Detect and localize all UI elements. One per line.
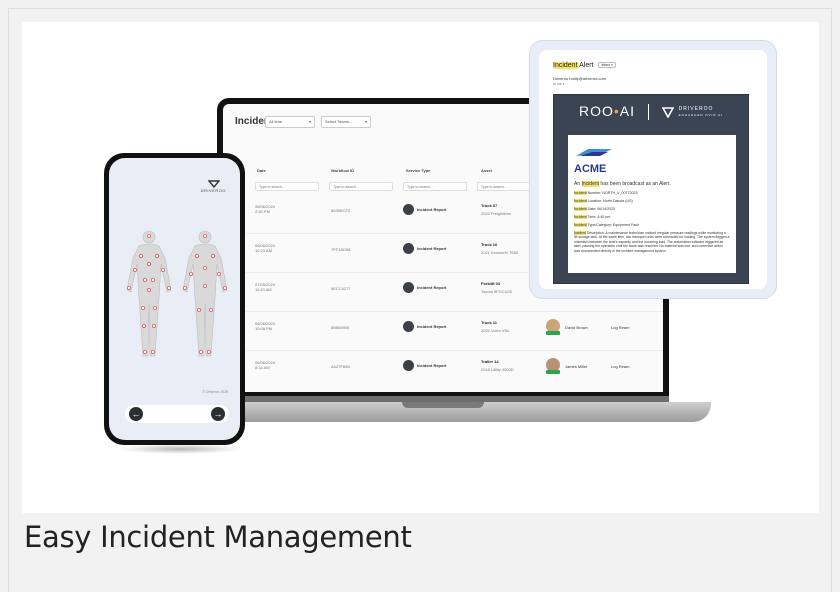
- email-alert-card: Incident Alert Inbox × Driveroo notify@d…: [529, 40, 777, 299]
- brand-bar: ROO•AI DRIVEROO ENHANCED DVIR AI: [554, 103, 748, 121]
- brand-driveroo: DRIVEROO ENHANCED DVIR AI: [678, 106, 724, 118]
- brand-divider: [647, 104, 649, 121]
- row-time: 10:08 PM: [255, 326, 273, 331]
- asset-name: Trailer 14: [481, 359, 499, 364]
- row-time: 11:43 AM: [255, 287, 272, 292]
- service-search-input[interactable]: [403, 182, 467, 191]
- search-row: [231, 182, 561, 192]
- service-pill: Incident Report: [403, 243, 446, 254]
- asset-name: Truck 11: [481, 320, 498, 325]
- table-header: Date Workflow ID Service Type Asset: [231, 168, 561, 180]
- table-row[interactable]: 06/06/2024 10:08 PM 85B06905 Incident Rep…: [231, 313, 663, 351]
- chevron-down-icon: ▾: [364, 119, 367, 124]
- time-filter[interactable]: All time ▾: [265, 116, 315, 128]
- row-workflow-id: 9ECC4277: [331, 286, 351, 291]
- service-label: Incident Report: [417, 285, 447, 290]
- subject-highlight: Incident: [553, 62, 578, 69]
- phone-brand: DRIVEROO: [200, 188, 226, 193]
- col-workflow-id[interactable]: Workflow ID: [331, 168, 354, 173]
- row-workflow-id: 85B06905: [331, 325, 350, 330]
- asset-name: Truck 16: [481, 242, 498, 247]
- row-workflow-id: 7FF1AD98: [331, 247, 351, 252]
- assignee-name: James Miller: [565, 364, 588, 369]
- incident-number: Incident Number: NORTH_V_0077202S: [574, 191, 638, 195]
- avatar: [546, 319, 560, 335]
- incident-time: Incident Time: 4:45 pm: [574, 215, 611, 219]
- asset-sub: 2022 Freightliner: [481, 211, 512, 216]
- workflow-search-input[interactable]: [329, 182, 393, 191]
- avatar: [546, 358, 560, 374]
- driveroo-shield-icon: [208, 180, 220, 188]
- subject-rest: Alert: [577, 62, 594, 69]
- incident-date: Incident Date: 06/14/2025: [574, 207, 616, 211]
- report-icon: [403, 360, 414, 371]
- card-caption: Easy Incident Management: [24, 520, 412, 554]
- acme-wordmark: ACME: [574, 163, 607, 175]
- email-subject: Incident Alert Inbox ×: [553, 62, 617, 69]
- row-workflow-id: 4A27F80B: [331, 364, 350, 369]
- service-pill: Incident Report: [403, 282, 446, 293]
- email-to[interactable]: to me ▾: [553, 82, 564, 86]
- email-from: Driveroo notify@driveroo.com: [553, 76, 606, 81]
- email-content: ACME An Incident has been broadcast as a…: [568, 135, 736, 273]
- service-label: Incident Report: [417, 324, 447, 329]
- phone-copyright: © Driveroo 2025: [202, 390, 228, 394]
- asset-sub: Toyota 8FGCU25: [481, 289, 512, 294]
- col-asset[interactable]: Asset: [481, 168, 492, 173]
- back-arrow-icon[interactable]: ←: [129, 407, 143, 421]
- row-time: 10:23 AM: [255, 248, 272, 253]
- service-label: Incident Report: [417, 363, 447, 368]
- incident-description: Incident Description: A maintenance tech…: [574, 231, 730, 253]
- body-diagram: [126, 230, 228, 357]
- report-icon: [403, 321, 414, 332]
- service-pill: Incident Report: [403, 360, 446, 371]
- incident-type: Incident Type/Category: Equipment Fault: [574, 223, 640, 227]
- email-body-panel: ROO•AI DRIVEROO ENHANCED DVIR AI ACME An …: [553, 94, 749, 284]
- row-workflow-id: 8635BCF2: [331, 208, 351, 213]
- brand-roo: ROO: [578, 103, 614, 119]
- asset-sub: 2021 Kenworth T680: [481, 250, 519, 255]
- col-service-type[interactable]: Service Type: [406, 168, 430, 173]
- brand-ai: AI: [619, 103, 635, 119]
- col-date[interactable]: Date: [257, 168, 266, 173]
- row-time: 2:30 PM: [255, 209, 270, 214]
- report-icon: [403, 282, 414, 293]
- teams-filter[interactable]: Select Teams... ▾: [321, 116, 371, 128]
- chevron-down-icon: ▾: [308, 119, 311, 124]
- asset-name: Forklift 03: [481, 281, 501, 286]
- email-lead: An Incident has been broadcast as an Ale…: [574, 181, 671, 187]
- teams-filter-label: Select Teams...: [325, 119, 353, 124]
- log-ream-link[interactable]: Log Ream: [611, 364, 629, 369]
- phone-shadow: [118, 444, 242, 454]
- report-icon: [403, 243, 414, 254]
- assignee-name: David Brown: [565, 325, 588, 330]
- inbox-tag[interactable]: Inbox ×: [598, 62, 617, 69]
- phone-screen: DRIVEROO © Driveroo 2025 ← →: [109, 158, 240, 440]
- phone-device: DRIVEROO © Driveroo 2025 ← →: [104, 153, 245, 445]
- phone-nav-bar: ← →: [125, 405, 229, 423]
- report-icon: [403, 204, 414, 215]
- driveroo-shield-icon: [661, 107, 674, 119]
- asset-sub: 2018 Utility 4000D: [481, 367, 514, 372]
- laptop-notch: [402, 402, 484, 408]
- row-time: 8:34 AM: [255, 365, 270, 370]
- acme-logo-icon: [576, 149, 612, 156]
- forward-arrow-icon[interactable]: →: [211, 407, 225, 421]
- service-pill: Incident Report: [403, 321, 446, 332]
- log-ream-link[interactable]: Log Ream: [611, 325, 629, 330]
- email-window: Incident Alert Inbox × Driveroo notify@d…: [539, 50, 767, 289]
- asset-sub: 2020 Volvo VNL: [481, 328, 510, 333]
- table-row[interactable]: 06/06/2024 8:34 AM 4A27F80B Incident Repo…: [231, 352, 663, 390]
- service-label: Incident Report: [417, 207, 447, 212]
- incident-location: Incident Location: North Dakota (US): [574, 199, 633, 203]
- service-label: Incident Report: [417, 246, 447, 251]
- date-search-input[interactable]: [255, 182, 319, 191]
- time-filter-label: All time: [269, 119, 283, 124]
- service-pill: Incident Report: [403, 204, 446, 215]
- asset-name: Truck 07: [481, 203, 498, 208]
